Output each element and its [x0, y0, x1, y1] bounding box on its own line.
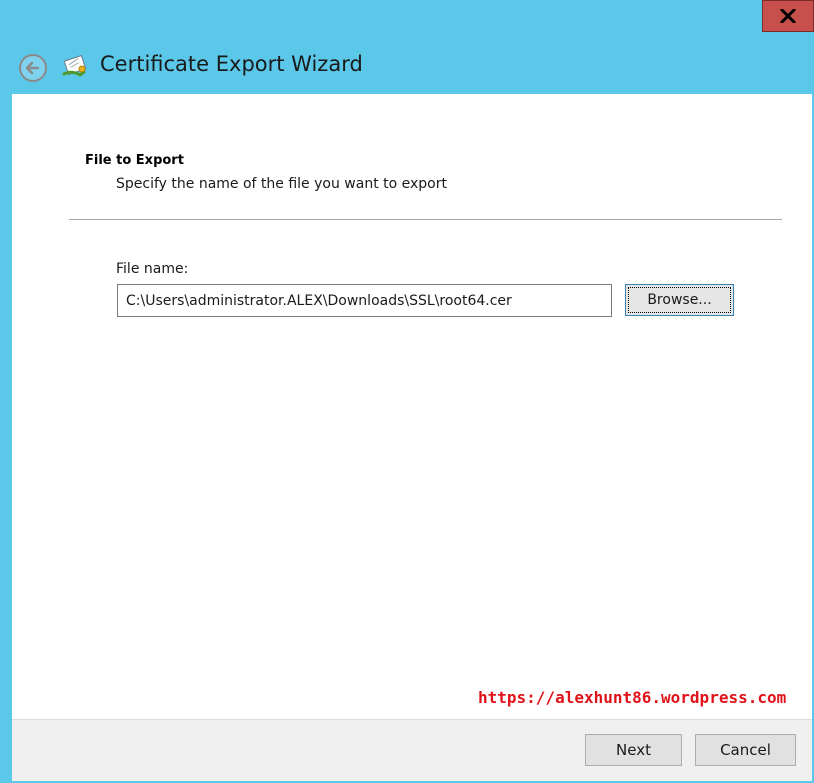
cancel-button[interactable]: Cancel	[695, 734, 796, 766]
file-name-input[interactable]	[117, 284, 612, 317]
wizard-footer: Next Cancel	[12, 719, 812, 781]
title-bar: Certificate Export Wizard	[0, 34, 814, 94]
watermark-text: https://alexhunt86.wordpress.com	[478, 688, 787, 707]
file-name-label: File name:	[116, 261, 189, 277]
back-arrow-icon	[19, 54, 47, 82]
close-button[interactable]	[762, 0, 814, 32]
browse-button-label: Browse...	[628, 287, 731, 313]
wizard-content: File to Export Specify the name of the f…	[12, 94, 812, 719]
certificate-icon	[62, 54, 90, 80]
section-description: Specify the name of the file you want to…	[116, 176, 447, 192]
section-title: File to Export	[85, 153, 184, 168]
wizard-window: Certificate Export Wizard File to Export…	[0, 0, 814, 783]
window-title: Certificate Export Wizard	[100, 52, 363, 76]
next-button[interactable]: Next	[585, 734, 682, 766]
header-divider	[69, 219, 782, 220]
browse-button[interactable]: Browse...	[625, 284, 734, 316]
close-icon	[780, 9, 796, 23]
back-button[interactable]	[18, 53, 48, 83]
